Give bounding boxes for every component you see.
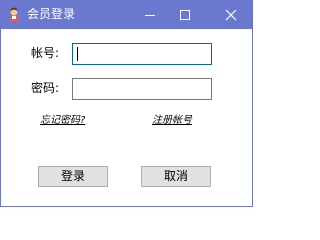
register-link[interactable]: 注册帐号 — [152, 115, 192, 127]
maximize-button[interactable] — [168, 1, 204, 29]
minimize-icon — [145, 15, 155, 16]
forgot-password-link[interactable]: 忘记密码? — [40, 115, 85, 127]
account-label: 帐号: — [31, 46, 60, 60]
close-icon — [225, 9, 237, 21]
text-caret — [77, 47, 78, 61]
maximize-icon — [180, 10, 190, 20]
minimize-button[interactable] — [132, 1, 168, 29]
account-field[interactable] — [72, 43, 212, 65]
close-button[interactable] — [215, 1, 252, 29]
login-button[interactable]: 登录 — [38, 166, 108, 187]
title-bar[interactable]: 会员登录 — [1, 1, 252, 29]
user-avatar-icon — [6, 6, 22, 22]
cancel-button[interactable]: 取消 — [141, 166, 211, 187]
password-label: 密码: — [31, 81, 60, 95]
password-field[interactable] — [72, 78, 212, 100]
login-window: 会员登录 帐号: 密码: 忘记密码? 注册帐号 登录 取消 — [0, 0, 253, 207]
window-title: 会员登录 — [27, 7, 76, 21]
login-form: 帐号: 密码: 忘记密码? 注册帐号 登录 取消 — [1, 29, 252, 206]
